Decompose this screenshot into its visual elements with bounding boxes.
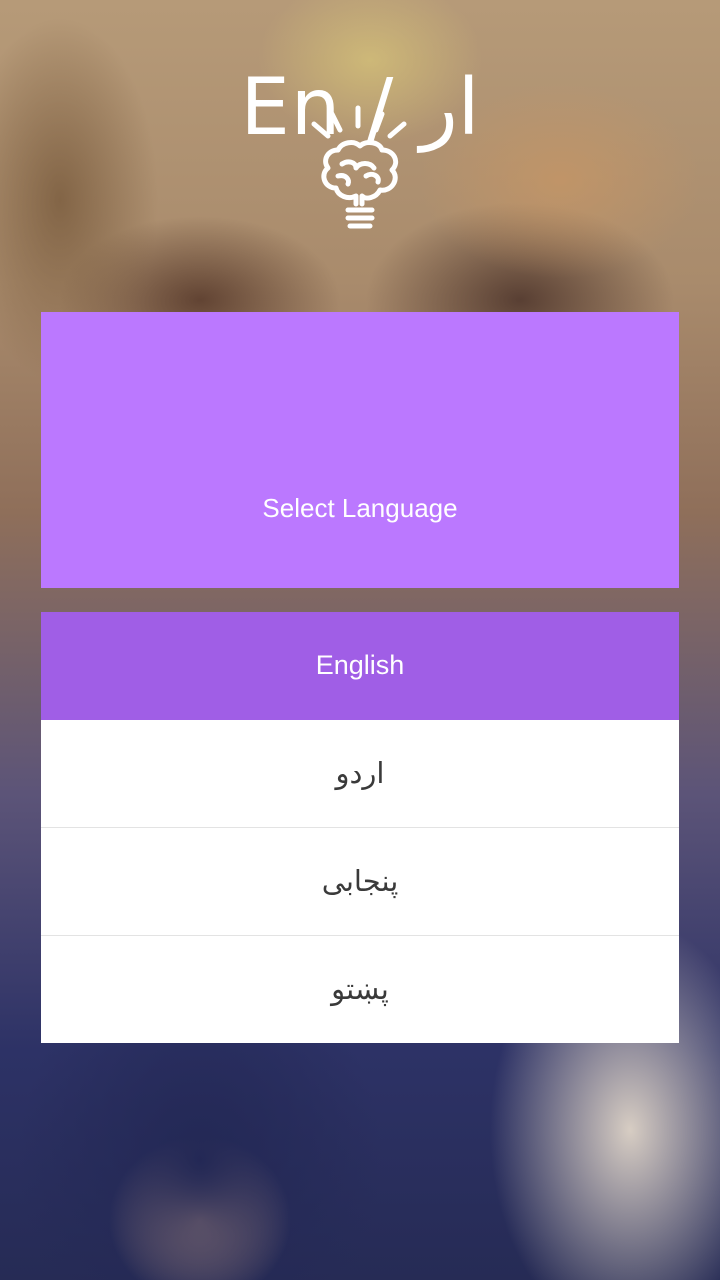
language-option-english[interactable]: English [41,612,679,720]
select-language-label: Select Language [262,493,458,523]
language-option-pashto[interactable]: پښتو [41,936,679,1043]
language-header-card: En / ار Select Language [41,63,679,588]
language-list: English اردو پنجابی پښتو [41,612,679,1043]
language-option-urdu[interactable]: اردو [41,720,679,828]
language-select-screen: En / ار Select Language English اردو پنج… [0,0,720,1280]
language-title: En / ار [240,63,480,153]
language-option-punjabi[interactable]: پنجابی [41,828,679,936]
